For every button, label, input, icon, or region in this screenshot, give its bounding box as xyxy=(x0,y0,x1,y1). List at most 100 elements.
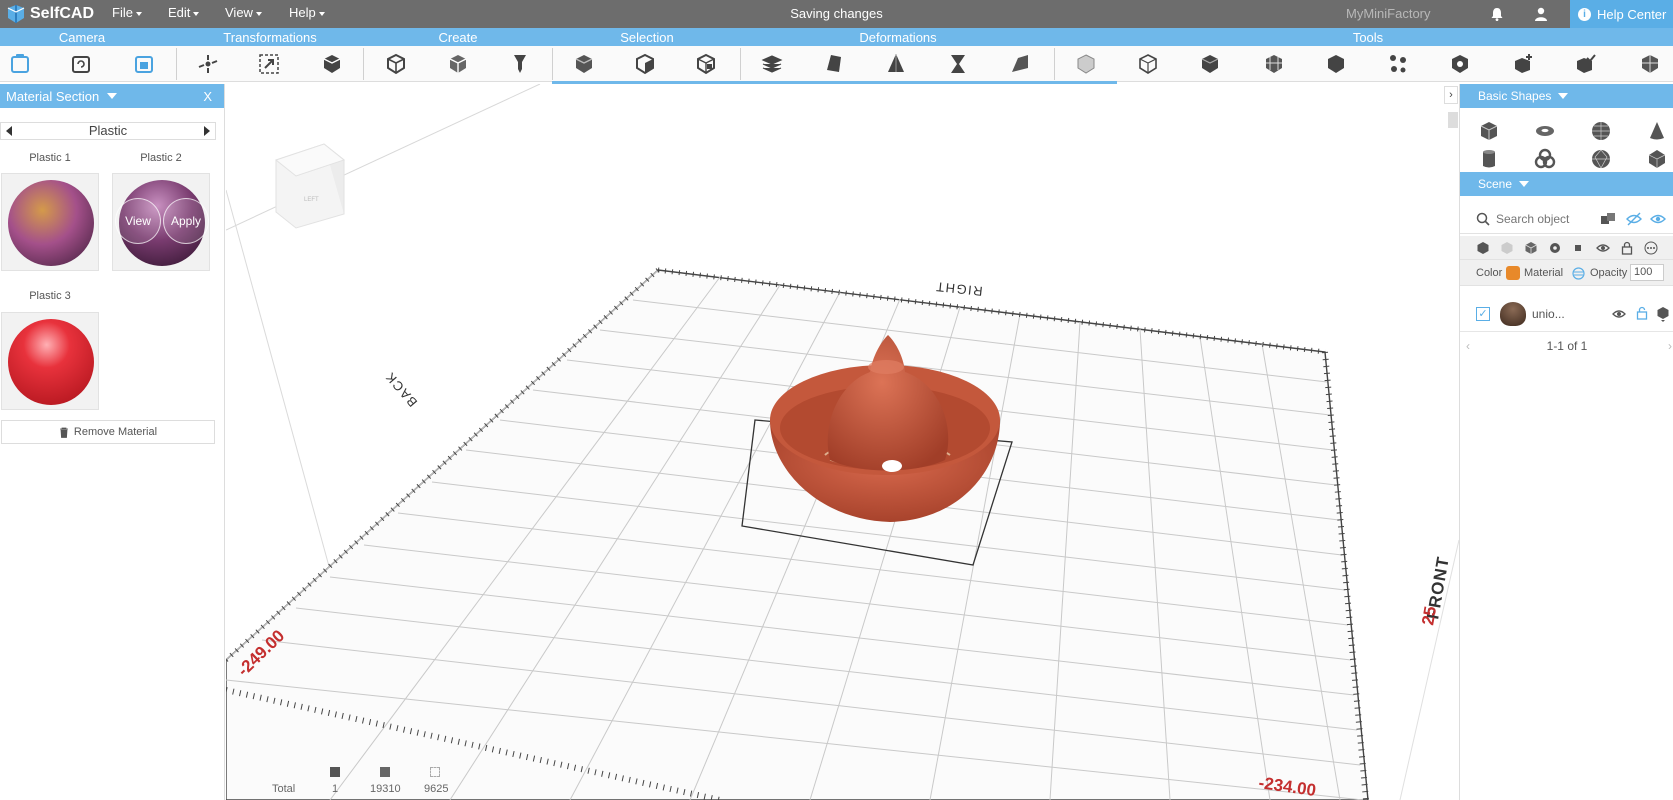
taper-icon[interactable] xyxy=(822,52,846,76)
stats-total-label: Total xyxy=(272,783,296,795)
tool-smooth-cube-icon[interactable] xyxy=(1324,52,1348,76)
material-label[interactable]: Material xyxy=(1524,267,1563,279)
color-swatch[interactable] xyxy=(1506,266,1520,280)
group-camera: Camera xyxy=(58,30,106,45)
view-orientation-cube[interactable] xyxy=(274,143,346,229)
solid-view-icon[interactable] xyxy=(1476,241,1490,255)
vertex-count-icon xyxy=(430,767,440,777)
search-object-input[interactable] xyxy=(1496,210,1596,228)
3d-viewport[interactable]: LEFT RIGHT BACK FRONT -249.00 -234.00 25 xyxy=(226,84,1459,800)
basic-shapes-header[interactable]: Basic Shapes xyxy=(1460,84,1673,108)
notification-bell-icon[interactable] xyxy=(1489,6,1505,22)
close-panel-button[interactable]: X xyxy=(203,89,212,104)
camera-rotate-icon[interactable] xyxy=(69,52,93,76)
user-account-icon[interactable] xyxy=(1533,6,1549,22)
material-sphere-icon[interactable] xyxy=(1572,267,1585,280)
torus-shape-icon[interactable] xyxy=(1534,120,1556,142)
coord-right: 25 xyxy=(1418,605,1440,627)
extrude-pin-icon[interactable] xyxy=(508,52,532,76)
toolbar-separator xyxy=(176,48,177,80)
tool-pattern-icon[interactable] xyxy=(1638,52,1662,76)
cube-left-label: LEFT xyxy=(304,197,319,203)
material-preview-sphere xyxy=(8,319,94,405)
axis-label-right: RIGHT xyxy=(934,279,983,299)
object-lock-icon[interactable] xyxy=(1636,306,1648,320)
knot-shape-icon[interactable] xyxy=(1534,148,1556,170)
object-checkbox[interactable]: ✓ xyxy=(1476,307,1490,321)
create-solid-icon[interactable] xyxy=(446,52,470,76)
next-category-icon[interactable] xyxy=(204,126,210,136)
scene-header[interactable]: Scene xyxy=(1460,172,1673,196)
show-all-icon[interactable] xyxy=(1650,212,1666,226)
object-properties-row: Color Material Opacity 100 xyxy=(1460,260,1673,286)
myminifactory-link[interactable]: MyMiniFactory xyxy=(1346,6,1431,21)
opacity-input[interactable]: 100 xyxy=(1630,264,1664,281)
settings-gear-icon[interactable] xyxy=(1548,241,1562,255)
collapse-right-panel-button[interactable]: › xyxy=(1444,86,1458,104)
scale-icon[interactable] xyxy=(257,52,281,76)
pyramid-icon[interactable] xyxy=(884,52,908,76)
group-selection: Selection xyxy=(620,30,674,45)
select-face-icon[interactable] xyxy=(633,52,657,76)
chevron-down-icon xyxy=(1558,93,1569,99)
object-menu-icon[interactable] xyxy=(1656,306,1670,322)
tool-check-icon[interactable] xyxy=(1574,52,1598,76)
select-edge-icon[interactable] xyxy=(694,52,718,76)
more-options-icon[interactable] xyxy=(1644,241,1658,255)
guide-line xyxy=(226,189,331,571)
tool-grid-cube-icon[interactable] xyxy=(1074,52,1098,76)
scene-title: Scene xyxy=(1478,177,1513,191)
layers-icon[interactable] xyxy=(760,52,784,76)
polyhedron-shape-icon[interactable] xyxy=(1646,148,1668,170)
scene-object-item[interactable]: ✓ unio... xyxy=(1460,296,1673,332)
prev-category-icon[interactable] xyxy=(6,126,12,136)
bend-icon[interactable] xyxy=(1008,52,1032,76)
object-name: unio... xyxy=(1532,307,1565,321)
guide-line xyxy=(226,84,541,231)
sphere-shape-icon[interactable] xyxy=(1590,120,1612,142)
create-shape-icon[interactable] xyxy=(384,52,408,76)
select-object-icon[interactable] xyxy=(572,52,596,76)
scene-search-row xyxy=(1460,204,1673,234)
camera-3d-view-icon[interactable] xyxy=(132,52,156,76)
visibility-eye-icon[interactable] xyxy=(1596,241,1610,255)
camera-2d-view-icon[interactable] xyxy=(8,52,32,76)
panel-resize-handle[interactable] xyxy=(1448,112,1458,128)
trash-icon xyxy=(59,427,68,438)
group-objects-icon[interactable] xyxy=(1600,212,1616,226)
transparent-view-icon[interactable] xyxy=(1500,241,1514,255)
chevron-down-icon[interactable] xyxy=(107,93,118,99)
tool-boolean-icon[interactable] xyxy=(1448,52,1472,76)
remove-material-label: Remove Material xyxy=(73,426,158,438)
material-view-button[interactable]: View xyxy=(115,198,161,244)
next-page-icon[interactable]: › xyxy=(1668,336,1672,356)
menu-bar: SelfCAD File Edit View Help Saving chang… xyxy=(0,0,1673,28)
point-view-icon[interactable] xyxy=(1572,242,1584,254)
cone-shape-icon[interactable] xyxy=(1646,120,1668,142)
cylinder-shape-icon[interactable] xyxy=(1478,148,1500,170)
help-center-button[interactable]: i Help Center xyxy=(1570,0,1673,28)
hide-all-icon[interactable] xyxy=(1626,212,1642,226)
material-plastic-1[interactable] xyxy=(1,173,99,271)
twist-icon[interactable] xyxy=(946,52,970,76)
material-plastic-2[interactable]: View Apply xyxy=(112,173,210,271)
icosphere-shape-icon[interactable] xyxy=(1590,148,1612,170)
wireframe-view-icon[interactable] xyxy=(1524,241,1538,255)
help-center-label: Help Center xyxy=(1597,6,1667,22)
tool-voxel-icon[interactable] xyxy=(1262,52,1286,76)
axis-label-back: BACK xyxy=(382,369,420,410)
rotate-icon[interactable] xyxy=(320,52,344,76)
material-plastic-3[interactable] xyxy=(1,312,99,410)
lock-icon[interactable] xyxy=(1620,241,1634,255)
tool-add-icon[interactable] xyxy=(1512,52,1536,76)
move-icon[interactable] xyxy=(196,52,220,76)
tool-solid-cube-icon[interactable] xyxy=(1198,52,1222,76)
cube-shape-icon[interactable] xyxy=(1478,120,1500,142)
object-visibility-icon[interactable] xyxy=(1612,307,1626,321)
material-apply-button[interactable]: Apply xyxy=(163,198,209,244)
remove-material-button[interactable]: Remove Material xyxy=(1,420,215,444)
tool-wire-cube-icon[interactable] xyxy=(1136,52,1160,76)
color-label: Color xyxy=(1476,267,1503,279)
prev-page-icon[interactable]: ‹ xyxy=(1466,336,1470,356)
tool-molecule-icon[interactable] xyxy=(1386,52,1410,76)
